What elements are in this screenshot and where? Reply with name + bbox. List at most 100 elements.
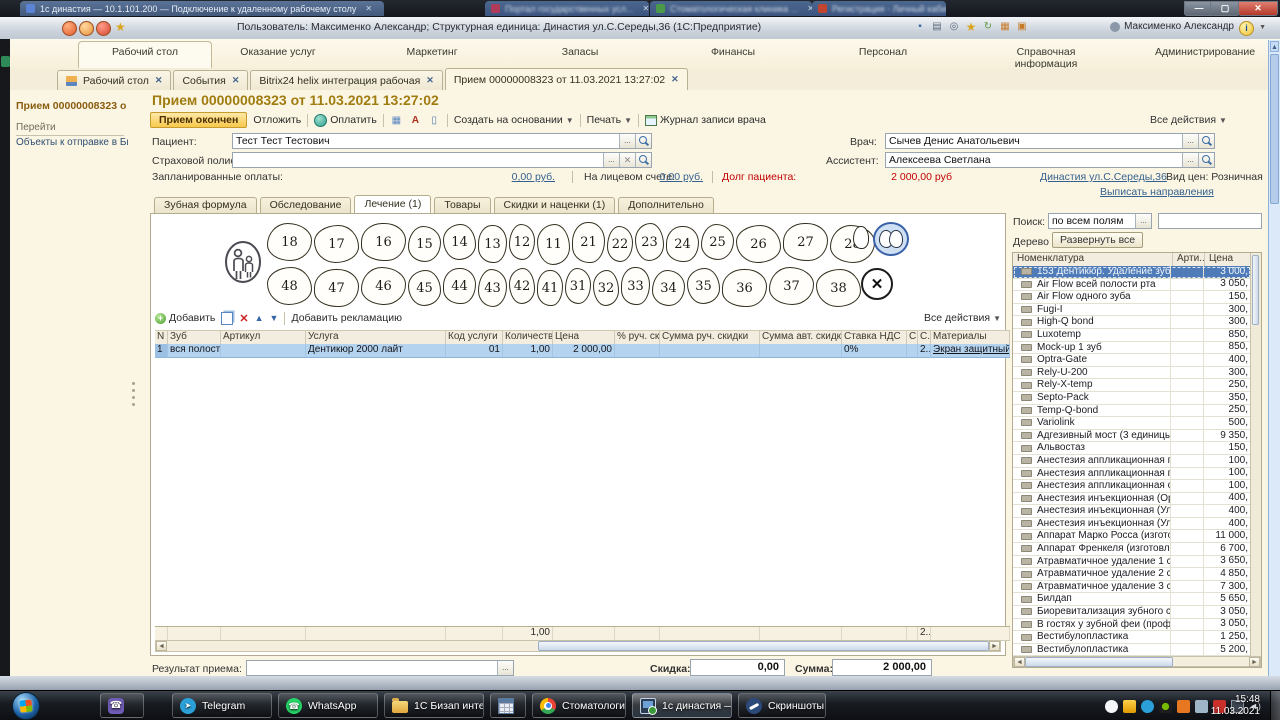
patient-search-icon[interactable] [635,134,651,148]
add-claim-button[interactable]: Добавить рекламацию [291,312,402,324]
tooth-42[interactable]: 42 [509,268,535,304]
scroll-left-icon[interactable]: ◄ [156,641,167,651]
policy-search-icon[interactable] [635,153,651,167]
nomenclature-row[interactable]: Air Flow одного зуба 150, [1013,291,1251,304]
grid-column-header[interactable]: Сумма руч. скидки [660,331,760,344]
tooth-45[interactable]: 45 [408,270,441,306]
favorites-star-icon[interactable]: ★ [115,20,126,34]
grid-column-header[interactable]: Ставка НДС [842,331,907,344]
history-icon[interactable]: ↻ [981,20,995,34]
nomenclature-row[interactable]: В гостях у зубной феи (профгигиена, у...… [1013,619,1251,632]
patient-select-button[interactable]: ... [619,134,635,148]
nomenclature-row[interactable]: Fugi-I 300, [1013,304,1251,317]
document-icon[interactable]: ▯ [428,114,441,127]
tooth-34[interactable]: 34 [652,270,685,306]
tooth-26[interactable]: 26 [736,225,781,263]
tray-icon-trbl[interactable] [1195,700,1208,713]
create-based-on-button[interactable]: Создать на основании ▼ [454,114,574,126]
tooth-44[interactable]: 44 [443,268,476,304]
chevron-down-icon[interactable]: ▼ [1259,24,1266,31]
add-row-button[interactable]: +Добавить [155,312,215,324]
tooth-41[interactable]: 41 [537,270,563,306]
current-user[interactable]: Максименко Александр [1110,21,1234,32]
move-down-icon[interactable]: ▼ [270,313,279,323]
grid-column-header[interactable]: N [155,331,168,344]
grid-column-header[interactable]: Цена [553,331,615,344]
nomenclature-row[interactable]: Temp-Q-bond 250, [1013,405,1251,418]
nomenclature-row[interactable]: Альвостаз 150, [1013,442,1251,455]
assistant-select-button[interactable]: ... [1182,153,1198,167]
tooth-35[interactable]: 35 [687,268,720,304]
content-tab[interactable]: Зубная формула [154,197,257,213]
nomenclature-row[interactable]: High-Q bond 300, [1013,316,1251,329]
grid-cell[interactable] [660,344,760,357]
browser-tab[interactable]: Портал государственных усл... ✕ [485,1,649,16]
policy-clear-icon[interactable]: ✕ [619,153,635,167]
grid-column-header[interactable]: Зуб [168,331,221,344]
window-vertical-scrollbar[interactable]: ▲ [1268,40,1280,676]
assistant-input[interactable] [886,154,1182,167]
nomenclature-row[interactable]: Атравматичное удаление 3 степени сл... 7… [1013,581,1251,594]
column-header-nomenclature[interactable]: Номенклатура [1013,253,1173,266]
tab-close-icon[interactable]: ✕ [642,4,649,13]
tooth-25[interactable]: 25 [701,224,734,260]
browser-tab[interactable]: Регистрация - Личный кабинет ✕ [812,1,946,16]
tooth-36[interactable]: 36 [722,269,767,307]
table-icon[interactable]: ▦ [998,20,1012,34]
tab-close-icon[interactable]: ✕ [365,4,372,13]
taskbar-button-chrome[interactable]: Стоматологичес... [532,693,626,718]
nomenclature-row[interactable]: Septo-Pack 350, [1013,392,1251,405]
print-preview-icon[interactable]: ◎ [947,20,961,34]
print-button[interactable]: Печать ▼ [587,114,632,126]
tooth-48[interactable]: 48 [267,267,312,305]
document-tab[interactable]: Прием 00000008323 от 11.03.2021 13:27:02… [445,68,688,90]
scroll-left-icon[interactable]: ◄ [1014,657,1025,667]
grid-view-icon[interactable]: ▦ [390,114,403,127]
grid-cell[interactable]: 0% [842,344,907,357]
nomenclature-row[interactable]: Variolink 500, [1013,417,1251,430]
tooth-pair-mode-icon[interactable] [873,222,909,256]
tooth-31[interactable]: 31 [565,268,591,304]
tooth-46[interactable]: 46 [361,267,406,305]
document-tab[interactable]: События ✕ [173,70,248,90]
nomenclature-row[interactable]: Вестибулопластика 1 250, [1013,631,1251,644]
move-up-icon[interactable]: ▲ [255,313,264,323]
policy-select-button[interactable]: ... [603,153,619,167]
print-icon[interactable]: ▤ [930,20,944,34]
patient-field[interactable]: ... [232,133,652,149]
start-button[interactable] [6,692,46,720]
search-field[interactable] [1158,213,1262,229]
tooth-11[interactable]: 11 [537,224,570,265]
patient-input[interactable] [233,135,619,148]
form-all-actions-button[interactable]: Все действия ▼ [1150,114,1227,126]
taskbar-button-calc[interactable] [490,693,526,718]
grid-cell[interactable]: 2 000,00 [553,344,615,357]
nomenclature-row[interactable]: Air Flow всей полости рта 3 050, [1013,279,1251,292]
sidebar-link-bitrix-objects[interactable]: Объекты к отправке в Би... [16,137,128,148]
tab-close-icon[interactable]: ✕ [232,75,240,86]
planned-payments-value[interactable]: 0,00 руб. [500,171,555,183]
organization-link[interactable]: Династия ул.С.Середы,36 [1040,171,1167,183]
nomenclature-row[interactable]: Анестезия инъекционная (Ультракаин,... 4… [1013,505,1251,518]
tooth-43[interactable]: 43 [478,269,507,307]
tab-close-icon[interactable]: ✕ [426,75,434,86]
show-desktop-button[interactable] [1270,691,1280,720]
grid-cell[interactable]: 01 [446,344,503,357]
grid-column-header[interactable]: Сумма авт. скидки [760,331,842,344]
scrollbar-thumb[interactable] [538,641,989,651]
assistant-field[interactable]: ... [885,152,1215,168]
copy-row-icon[interactable] [221,312,233,325]
scrollbar-thumb[interactable] [1252,255,1259,325]
tooth-18[interactable]: 18 [267,223,312,261]
doctor-journal-button[interactable]: Журнал записи врача [645,114,766,126]
browser-tab[interactable]: Стоматологическая клиника ... ✕ [650,1,812,16]
tooth-32[interactable]: 32 [593,270,619,306]
nomenclature-row[interactable]: Аппарат Марко Росса (изготовление) 11 00… [1013,530,1251,543]
grid-cell[interactable]: 1 [155,344,168,357]
nomenclature-row[interactable]: Анестезия аппликационная гель 100, [1013,455,1251,468]
tray-icon-trya[interactable] [1105,700,1118,713]
menu-section-item[interactable]: Оказание услуг [234,44,322,68]
nomenclature-row[interactable]: Вестибулопластика 5 200, [1013,644,1251,657]
app-home-button[interactable] [96,21,111,36]
taskbar-clock[interactable]: 15:48 11.03.2021 [1211,694,1260,718]
